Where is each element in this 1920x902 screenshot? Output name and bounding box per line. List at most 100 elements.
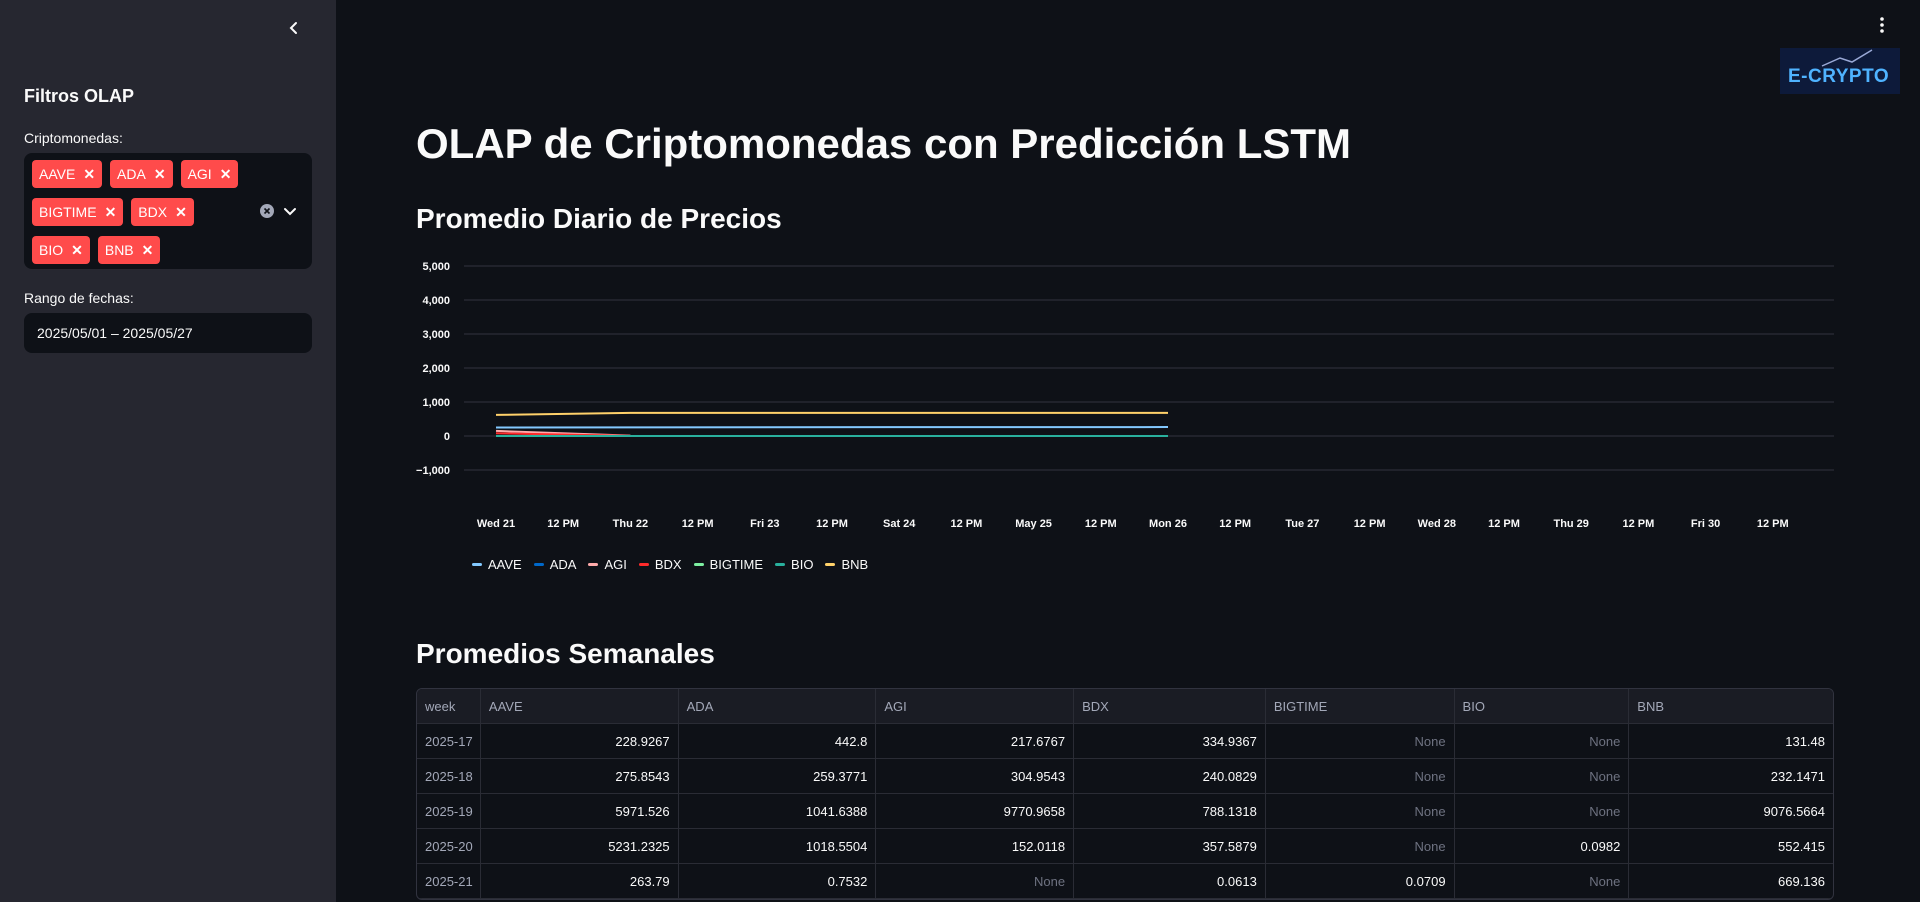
x-tick-label: 12 PM [682, 518, 714, 530]
table-cell: None [1266, 759, 1455, 793]
remove-tag-icon[interactable]: ✕ [71, 242, 83, 259]
legend-swatch [533, 563, 544, 566]
legend-item-bio[interactable]: BIO [775, 557, 813, 572]
table-cell: 0.7532 [679, 864, 877, 898]
x-tick-label: Fri 30 [1691, 518, 1720, 530]
remove-tag-icon[interactable]: ✕ [175, 204, 187, 221]
table-row[interactable]: 2025-19 5971.526 1041.6388 9770.9658 788.131… [417, 794, 1833, 829]
table-cell: 152.0118 [876, 829, 1075, 863]
x-tick-label: 12 PM [1623, 518, 1655, 530]
collapse-sidebar-button[interactable] [282, 16, 306, 40]
legend-swatch [588, 563, 599, 566]
column-header-agi[interactable]: AGI [876, 689, 1075, 723]
table-cell: 442.8 [679, 724, 877, 758]
chevron-down-icon[interactable] [282, 203, 298, 219]
legend-label: BIGTIME [709, 557, 764, 572]
tag-agi[interactable]: AGI ✕ [180, 160, 239, 188]
tag-bigtime[interactable]: BIGTIME ✕ [32, 198, 124, 226]
table-row[interactable]: 2025-21 263.79 0.7532 None 0.0613 0.0709 None 6… [417, 864, 1833, 899]
table-cell: 131.48 [1785, 733, 1825, 749]
tag-aave[interactable]: AAVE ✕ [32, 160, 103, 188]
legend-swatch [693, 563, 704, 566]
series-line-bnb[interactable] [495, 411, 1168, 416]
x-tick-label: 12 PM [816, 518, 848, 530]
y-tick-label: 5,000 [422, 261, 450, 273]
chevron-left-icon [289, 22, 297, 34]
crypto-label: Criptomonedas: [24, 130, 123, 146]
sidebar: Filtros OLAP Criptomonedas: AAVE ✕ ADA ✕ A… [0, 0, 336, 902]
tag-ada[interactable]: ADA ✕ [110, 160, 173, 188]
table-cell: 263.79 [481, 864, 679, 898]
y-tick-label: 1,000 [422, 397, 450, 409]
table-row[interactable]: 2025-18 275.8543 259.3771 304.9543 240.0829 N… [417, 759, 1833, 794]
x-tick-label: 12 PM [951, 518, 983, 530]
x-tick-label: 12 PM [1219, 518, 1251, 530]
legend-label: BNB [841, 557, 869, 572]
date-range-input[interactable]: 2025/05/01 – 2025/05/27 [24, 313, 312, 353]
clear-all-icon[interactable] [259, 203, 275, 219]
legend-item-ada[interactable]: ADA [533, 557, 576, 572]
row-index-cell: 2025-21 [417, 864, 481, 898]
logo: E-CRYPTO [1780, 48, 1900, 94]
tag-bdx[interactable]: BDX ✕ [131, 198, 194, 226]
remove-tag-icon[interactable]: ✕ [105, 204, 117, 221]
table-header-row: week AAVE ADA AGI BDX BIGTIME BIO BNB [417, 689, 1833, 724]
column-header-bio[interactable]: BIO [1455, 689, 1630, 723]
table-cell: 0.0709 [1266, 864, 1455, 898]
legend-item-agi[interactable]: AGI [588, 557, 627, 572]
legend-swatch [638, 563, 649, 566]
table-cell: 0.0982 [1455, 829, 1630, 863]
table-cell: 1018.5504 [679, 829, 877, 863]
column-header-bdx[interactable]: BDX [1074, 689, 1266, 723]
legend-label: BDX [654, 557, 682, 572]
remove-tag-icon[interactable]: ✕ [83, 166, 95, 183]
main-menu-button[interactable] [1872, 14, 1892, 36]
x-tick-label: 12 PM [1757, 518, 1789, 530]
table-row[interactable]: 2025-17 228.9267 442.8 217.6767 334.9367 None… [417, 724, 1833, 759]
column-header-week[interactable]: week [417, 689, 481, 723]
legend-label: AGI [604, 557, 627, 572]
x-tick-label: 12 PM [1488, 518, 1520, 530]
column-header-bigtime[interactable]: BIGTIME [1266, 689, 1455, 723]
legend-label: AAVE [488, 557, 522, 572]
remove-tag-icon[interactable]: ✕ [220, 166, 232, 183]
legend-label: BIO [791, 557, 814, 572]
table-cell: 669.136 [1778, 873, 1825, 889]
row-index-cell: 2025-20 [417, 829, 481, 863]
chart-title: Promedio Diario de Precios [416, 203, 782, 234]
y-tick-label: −1,000 [416, 465, 450, 477]
column-header-aave[interactable]: AAVE [481, 689, 679, 723]
x-tick-label: May 25 [1015, 518, 1052, 530]
chart-legend: AAVE ADA AGI BDX BIGTIME BIO BNB [472, 557, 868, 572]
table-cell: 275.8543 [481, 759, 679, 793]
table-cell: None [1266, 794, 1455, 828]
legend-item-bdx[interactable]: BDX [638, 557, 682, 572]
column-header-bnb[interactable]: BNB [1629, 689, 1833, 723]
tag-bnb[interactable]: BNB ✕ [97, 236, 161, 264]
x-tick-label: 12 PM [1085, 518, 1117, 530]
more-vertical-icon [1880, 17, 1884, 33]
table-cell: None [1266, 829, 1455, 863]
remove-tag-icon[interactable]: ✕ [154, 166, 166, 183]
table-row[interactable]: 2025-20 5231.2325 1018.5504 152.0118 357.587… [417, 829, 1833, 864]
daily-price-chart[interactable]: 5,000 4,000 3,000 2,000 1,000 0 −1,000 Wed 21 12… [400, 250, 1850, 580]
column-header-ada[interactable]: ADA [679, 689, 877, 723]
weekly-averages-table[interactable]: week AAVE ADA AGI BDX BIGTIME BIO BNB 2025-17 228… [416, 688, 1834, 900]
legend-item-aave[interactable]: AAVE [472, 557, 522, 572]
legend-item-bigtime[interactable]: BIGTIME [693, 557, 764, 572]
tag-bio[interactable]: BIO ✕ [32, 236, 90, 264]
row-index-cell: 2025-17 [417, 724, 481, 758]
table-cell: 240.0829 [1074, 759, 1266, 793]
table-cell: 259.3771 [679, 759, 877, 793]
legend-item-bnb[interactable]: BNB [825, 557, 868, 572]
x-tick-label: Wed 21 [477, 518, 515, 530]
table-cell: 357.5879 [1074, 829, 1266, 863]
row-index-cell: 2025-18 [417, 759, 481, 793]
table-cell: 552.415 [1778, 838, 1825, 854]
table-cell: None [1455, 794, 1630, 828]
table-cell: 232.1471 [1770, 768, 1825, 784]
remove-tag-icon[interactable]: ✕ [142, 242, 154, 259]
legend-swatch [775, 563, 786, 566]
crypto-multiselect[interactable]: AAVE ✕ ADA ✕ AGI ✕ BIGTIME ✕ BDX ✕ BIO ✕ BNB ✕ [24, 153, 312, 269]
logo-graph-icon [1821, 49, 1873, 67]
